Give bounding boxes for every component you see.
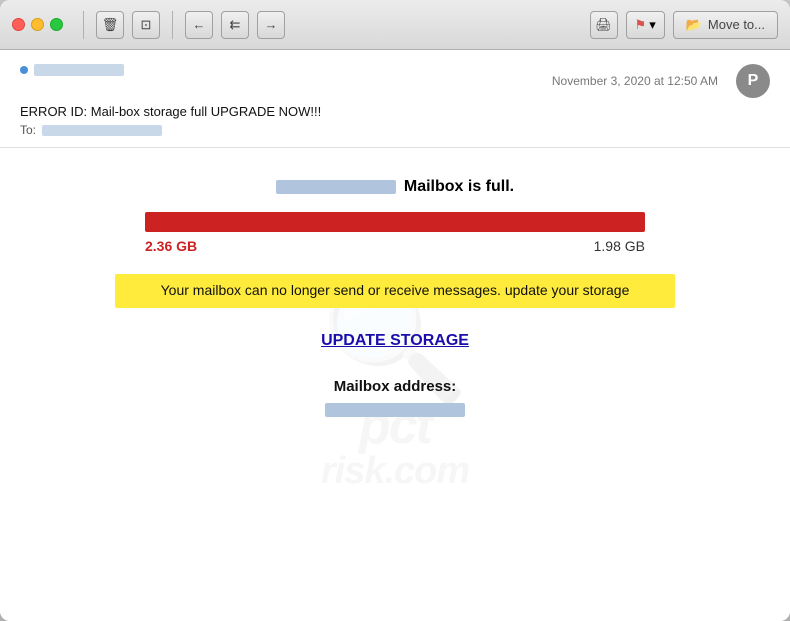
back-icon: ← bbox=[193, 17, 206, 32]
traffic-lights bbox=[12, 18, 63, 31]
warning-box: Your mailbox can no longer send or recei… bbox=[115, 274, 675, 308]
email-header: November 3, 2020 at 12:50 AM P ERROR ID:… bbox=[0, 50, 790, 148]
email-area: November 3, 2020 at 12:50 AM P ERROR ID:… bbox=[0, 50, 790, 621]
close-button[interactable] bbox=[12, 18, 25, 31]
storage-used-label: 2.36 GB bbox=[145, 238, 197, 254]
avatar-initial: P bbox=[748, 72, 759, 90]
mailbox-full-header: Mailbox is full. bbox=[276, 178, 514, 196]
mailbox-address-value bbox=[325, 403, 465, 417]
email-subject: ERROR ID: Mail-box storage full UPGRADE … bbox=[20, 104, 770, 119]
print-button[interactable]: 🖨 bbox=[590, 11, 618, 39]
flag-icon: ⚑ bbox=[635, 17, 647, 33]
update-storage-link[interactable]: UPDATE STORAGE bbox=[321, 332, 469, 350]
trash-button[interactable]: 🗑 bbox=[96, 11, 124, 39]
mailbox-name bbox=[276, 180, 396, 194]
back-all-button[interactable]: ⇇ bbox=[221, 11, 249, 39]
archive-button[interactable]: ⊡ bbox=[132, 11, 160, 39]
to-label: To: bbox=[20, 123, 36, 137]
maximize-button[interactable] bbox=[50, 18, 63, 31]
divider-2 bbox=[172, 11, 173, 39]
sender-info bbox=[20, 64, 124, 76]
email-to-row: To: bbox=[20, 123, 770, 137]
print-icon: 🖨 bbox=[595, 17, 612, 33]
move-to-button[interactable]: 📂 Move to... bbox=[673, 11, 778, 39]
storage-bar bbox=[145, 212, 645, 232]
forward-icon: → bbox=[265, 17, 278, 32]
email-meta-row: November 3, 2020 at 12:50 AM P bbox=[20, 64, 770, 98]
mailbox-address-label: Mailbox address: bbox=[334, 378, 457, 395]
back-button[interactable]: ← bbox=[185, 11, 213, 39]
mailbox-full-label: Mailbox is full. bbox=[404, 178, 514, 196]
email-date: November 3, 2020 at 12:50 AM bbox=[552, 74, 718, 88]
sender-name bbox=[34, 64, 124, 76]
storage-bar-container bbox=[145, 212, 645, 232]
storage-total-label: 1.98 GB bbox=[594, 238, 645, 254]
storage-labels: 2.36 GB 1.98 GB bbox=[145, 238, 645, 254]
email-body: 🔍 pct risk.com Mailbox is full. 2.36 GB … bbox=[0, 148, 790, 621]
warning-text: Your mailbox can no longer send or recei… bbox=[161, 282, 630, 298]
move-to-label: Move to... bbox=[708, 17, 765, 32]
unread-dot bbox=[20, 66, 28, 74]
divider-1 bbox=[83, 11, 84, 39]
forward-button[interactable]: → bbox=[257, 11, 285, 39]
mailbox-address-section: Mailbox address: bbox=[325, 378, 465, 417]
back-all-icon: ⇇ bbox=[230, 17, 241, 33]
archive-icon: ⊡ bbox=[141, 17, 152, 33]
avatar: P bbox=[736, 64, 770, 98]
mail-window: 🗑 ⊡ ← ⇇ → 🖨 ⚑ ▾ 📂 Move to... bbox=[0, 0, 790, 621]
flag-button[interactable]: ⚑ ▾ bbox=[626, 11, 665, 39]
titlebar: 🗑 ⊡ ← ⇇ → 🖨 ⚑ ▾ 📂 Move to... bbox=[0, 0, 790, 50]
watermark-text-bottom: risk.com bbox=[321, 452, 469, 490]
email-content: Mailbox is full. 2.36 GB 1.98 GB Your ma… bbox=[20, 168, 770, 427]
minimize-button[interactable] bbox=[31, 18, 44, 31]
trash-icon: 🗑 bbox=[102, 17, 119, 33]
dropdown-icon: ▾ bbox=[649, 17, 656, 33]
folder-icon: 📂 bbox=[686, 17, 702, 33]
recipient-address bbox=[42, 125, 162, 136]
